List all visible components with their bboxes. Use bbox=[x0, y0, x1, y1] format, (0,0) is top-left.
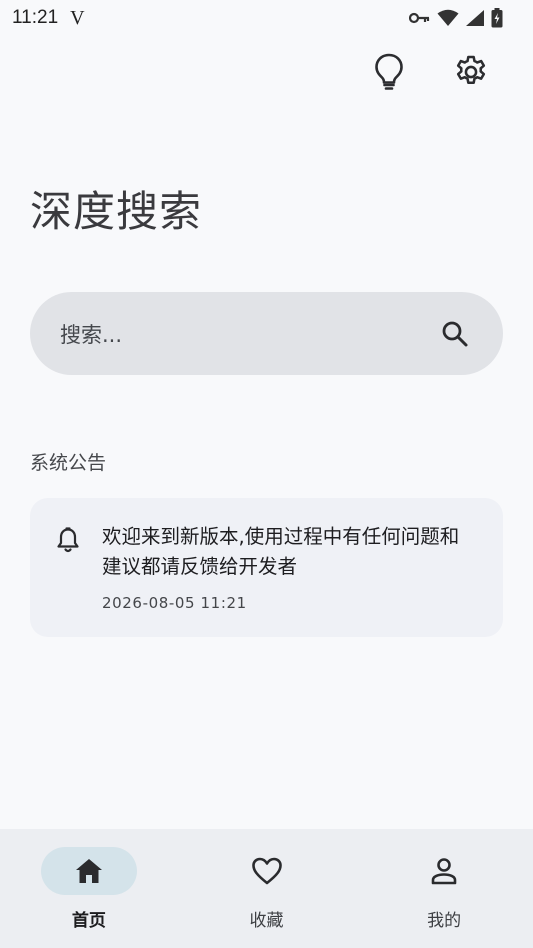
status-left: 11:21 V bbox=[12, 7, 85, 30]
status-bar: 11:21 V bbox=[0, 0, 533, 36]
key-icon bbox=[409, 12, 430, 24]
person-icon bbox=[431, 858, 457, 885]
signal-icon bbox=[466, 10, 484, 26]
status-time: 11:21 bbox=[12, 7, 59, 28]
announcement-card[interactable]: 欢迎来到新版本,使用过程中有任何问题和建议都请反馈给开发者 2026-08-05… bbox=[30, 498, 503, 637]
nav-label-favorites: 收藏 bbox=[249, 911, 284, 931]
announcement-section-title: 系统公告 bbox=[30, 452, 107, 474]
heart-icon bbox=[251, 857, 282, 885]
nav-pill-home bbox=[40, 847, 137, 895]
nav-pill-favorites bbox=[219, 847, 315, 895]
search-input[interactable]: 搜索... bbox=[60, 319, 122, 349]
notice-timestamp: 2026-08-05 11:21 bbox=[102, 594, 247, 612]
nav-item-mine[interactable]: 我的 bbox=[355, 829, 533, 948]
settings-gear-icon bbox=[456, 55, 486, 85]
carrier-glyph: V bbox=[70, 6, 85, 29]
page-title: 深度搜索 bbox=[30, 187, 203, 236]
nav-item-home[interactable]: 首页 bbox=[0, 829, 178, 948]
header-actions bbox=[367, 50, 493, 94]
notice-message: 欢迎来到新版本,使用过程中有任何问题和建议都请反馈给开发者 bbox=[102, 525, 460, 578]
nav-label-home: 首页 bbox=[71, 911, 106, 931]
bottom-nav: 首页 收藏 我的 bbox=[0, 829, 533, 948]
bell-icon bbox=[57, 527, 79, 553]
notice-bell bbox=[56, 522, 80, 637]
wifi-icon bbox=[437, 9, 459, 26]
search-bar[interactable]: 搜索... bbox=[30, 292, 503, 375]
status-icons bbox=[409, 8, 503, 28]
battery-charging-icon bbox=[491, 8, 503, 28]
lightbulb-button[interactable] bbox=[367, 50, 411, 94]
nav-item-favorites[interactable]: 收藏 bbox=[178, 829, 356, 948]
nav-label-mine: 我的 bbox=[427, 911, 462, 931]
notice-body: 欢迎来到新版本,使用过程中有任何问题和建议都请反馈给开发者 2026-08-05… bbox=[102, 522, 473, 637]
settings-button[interactable] bbox=[449, 50, 493, 94]
nav-pill-mine bbox=[396, 847, 492, 895]
home-icon bbox=[75, 859, 102, 883]
search-icon[interactable] bbox=[441, 320, 469, 348]
lightbulb-icon bbox=[375, 53, 403, 90]
